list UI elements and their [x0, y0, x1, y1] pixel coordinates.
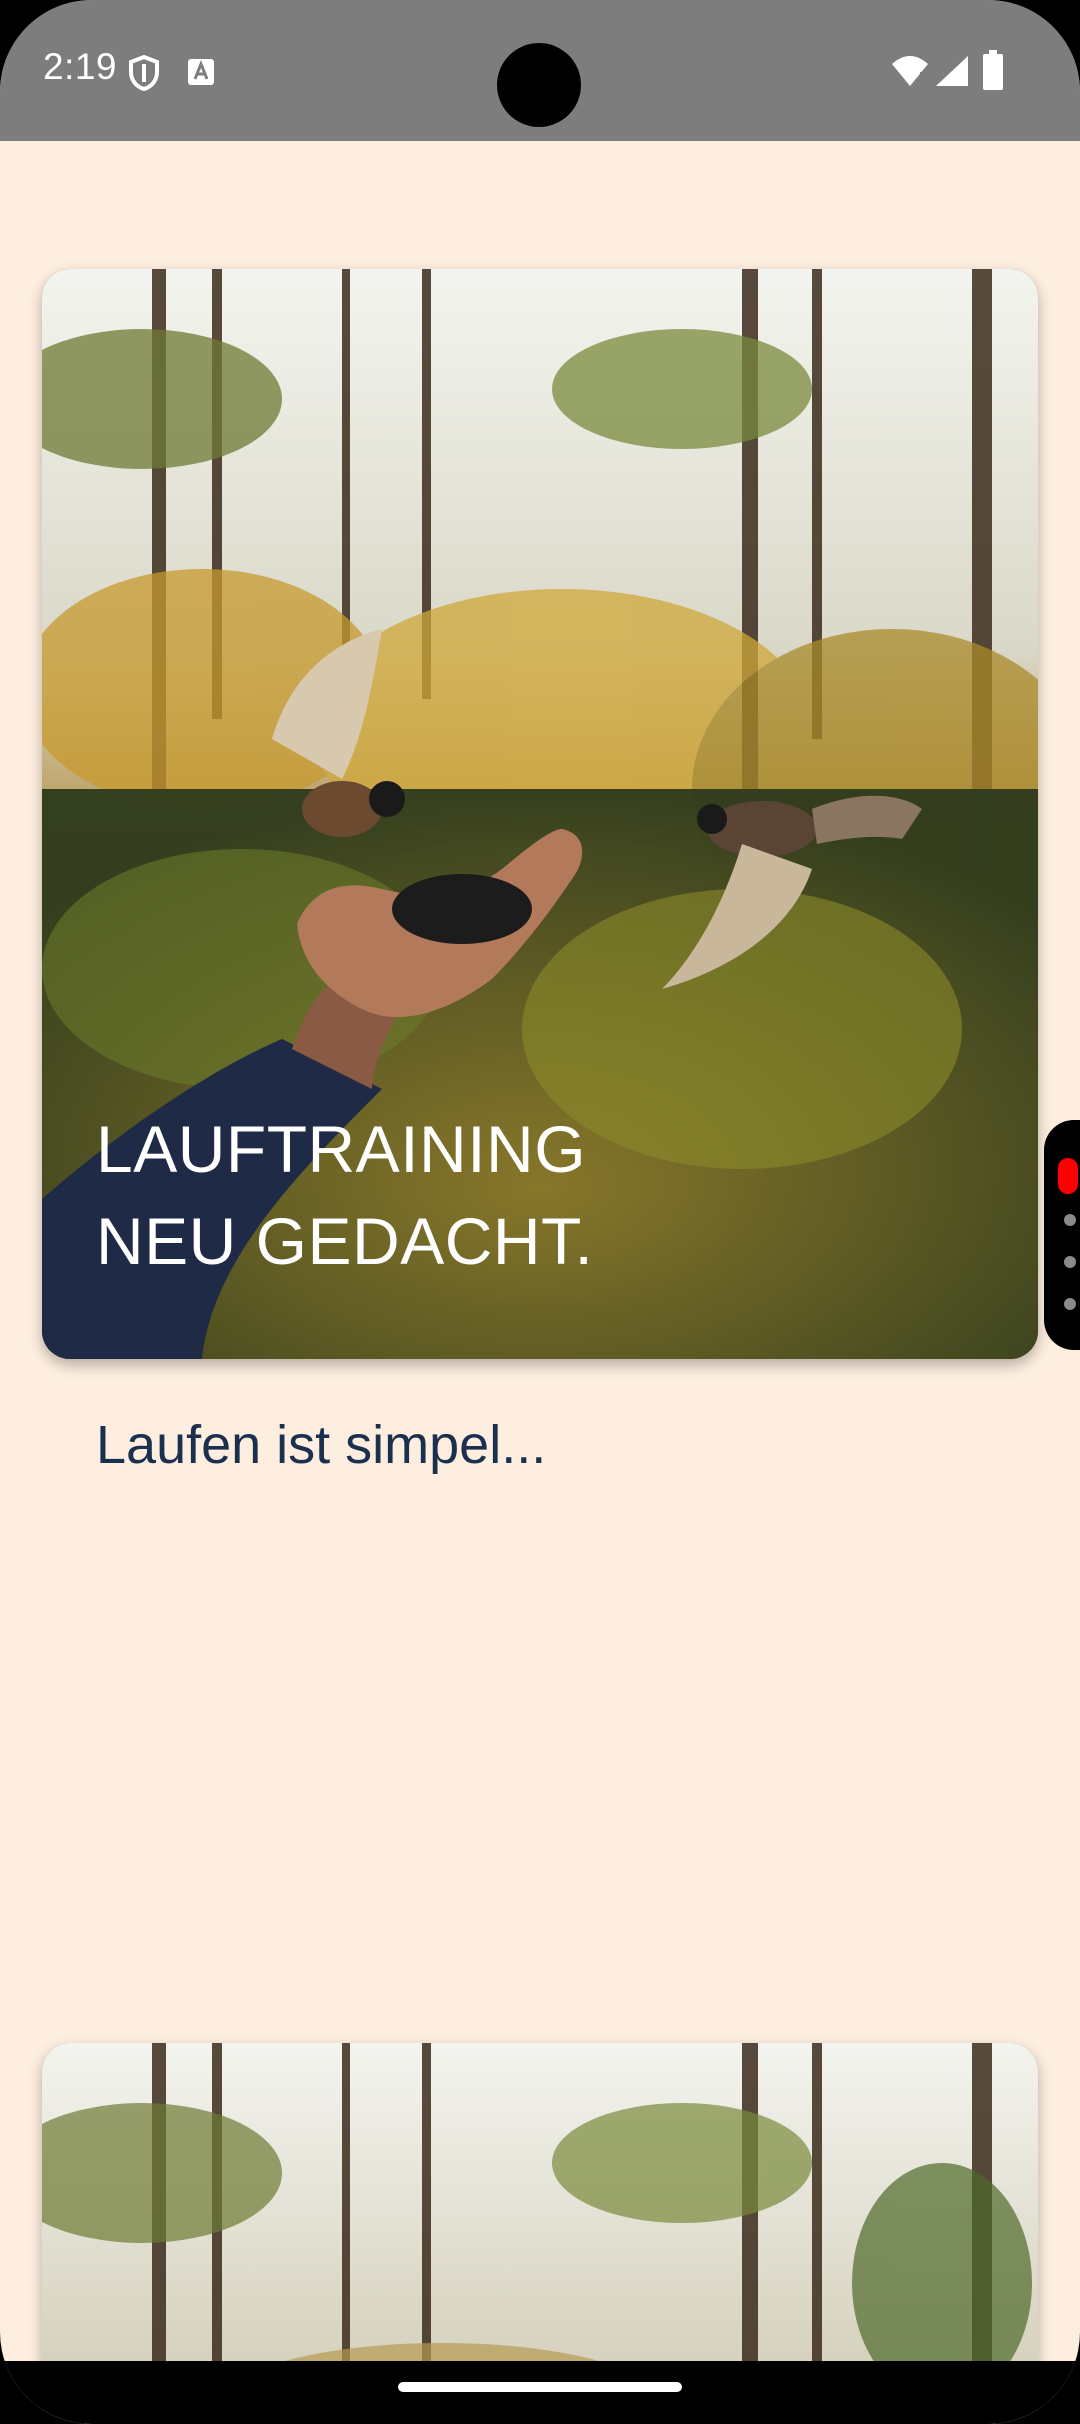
edge-panel-dot [1064, 1298, 1076, 1310]
navigation-bar [0, 2361, 1080, 2424]
edge-panel-indicator [1058, 1158, 1078, 1194]
intro-text: Laufen ist simpel... [96, 1415, 547, 1475]
font-a-icon [188, 59, 214, 85]
status-time: 2:19 [43, 46, 118, 87]
status-bar: 2:19 [0, 0, 1080, 141]
content-area: LAUFTRAINING NEU GEDACHT. Laufen ist sim… [0, 141, 1080, 2424]
hero-card[interactable]: LAUFTRAINING NEU GEDACHT. [42, 269, 1038, 1359]
battery-icon [983, 50, 1003, 90]
edge-panel-handle[interactable] [1044, 1120, 1080, 1350]
edge-panel-dot [1064, 1256, 1076, 1268]
shield-icon [129, 55, 159, 91]
home-gesture-handle[interactable] [398, 2382, 682, 2392]
hero-card-title: LAUFTRAINING NEU GEDACHT. [96, 1112, 594, 1278]
edge-panel-dot [1064, 1214, 1076, 1226]
app-screen: 2:19 LAUFTRAINING NEU GEDACHT. Laufen is… [0, 0, 1080, 2424]
signal-icon [936, 56, 968, 86]
wifi-icon [892, 56, 928, 86]
front-camera [497, 43, 581, 127]
